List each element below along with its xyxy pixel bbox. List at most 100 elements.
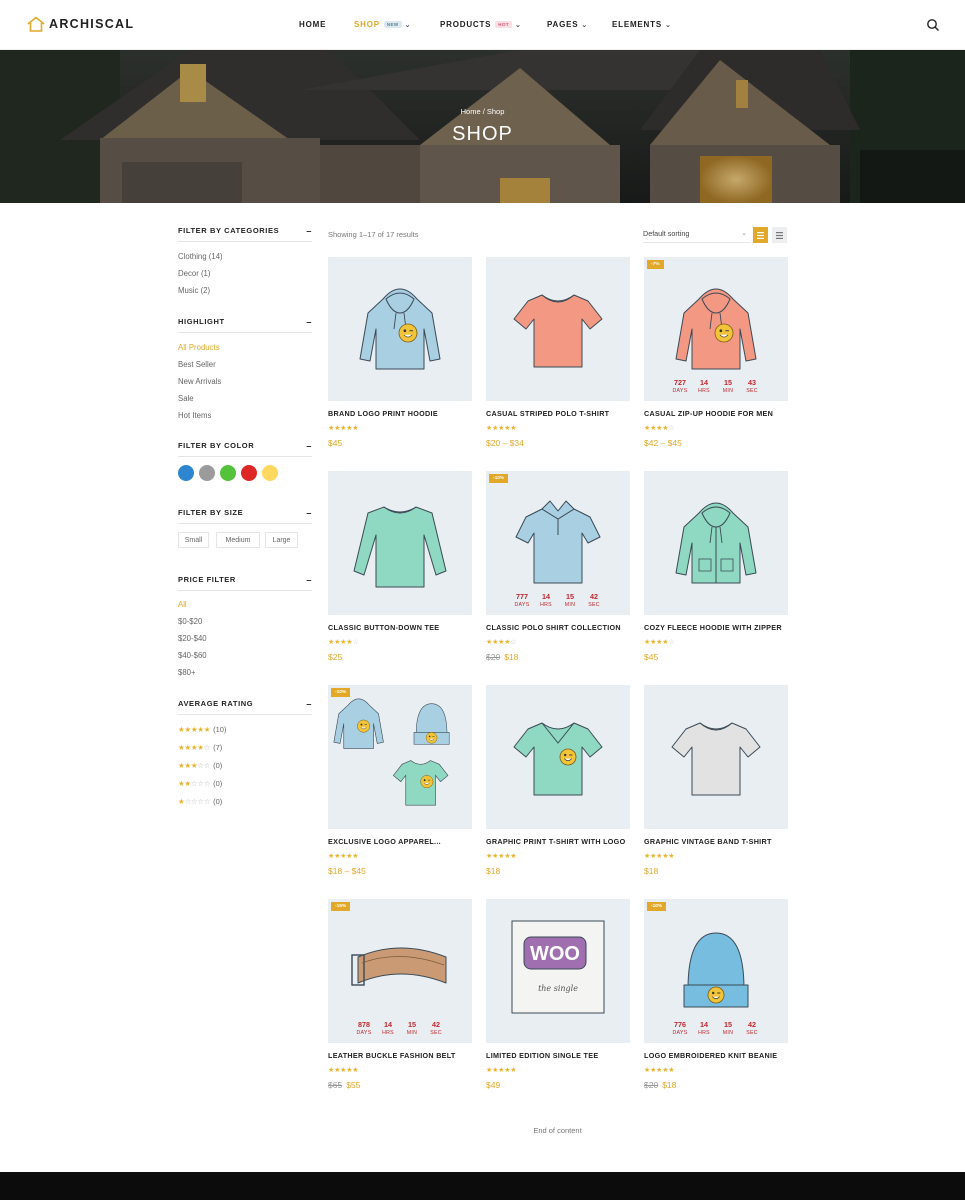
product-name[interactable]: CLASSIC BUTTON-DOWN TEE xyxy=(328,623,478,632)
countdown-value: 15 xyxy=(724,378,732,387)
rating-title: AVERAGE RATING – xyxy=(178,699,312,715)
price-link[interactable]: $40-$60 xyxy=(178,651,207,660)
product-card[interactable]: CASUAL STRIPED POLO T-SHIRT ★★★★★ $20 – $3… xyxy=(486,257,630,457)
product-rating: ★★★★☆ xyxy=(644,638,675,646)
product-card[interactable]: GRAPHIC PRINT T-SHIRT WITH LOGO ★★★★★ $18 xyxy=(486,685,630,885)
product-name[interactable]: BRAND LOGO PRINT HOODIE xyxy=(328,409,478,418)
product-name[interactable]: COZY FLEECE HOODIE WITH ZIPPER xyxy=(644,623,794,632)
page-title: SHOP xyxy=(452,123,513,145)
star-rating-icon: ★★★★★ xyxy=(178,725,211,734)
countdown-value: 14 xyxy=(700,1020,708,1029)
product-name[interactable]: EXCLUSIVE LOGO APPAREL... xyxy=(328,837,478,846)
product-card[interactable]: COZY FLEECE HOODIE WITH ZIPPER ★★★★☆ $45 xyxy=(644,471,788,671)
product-image[interactable]: -15% 878 DAYS 14 HRS 15 MIN 42 SEC xyxy=(328,899,472,1043)
countdown-value: 14 xyxy=(384,1020,392,1029)
product-name[interactable]: CASUAL ZIP-UP HOODIE FOR MEN xyxy=(644,409,794,418)
product-name[interactable]: LEATHER BUCKLE FASHION BELT xyxy=(328,1051,478,1060)
product-image[interactable] xyxy=(328,257,472,401)
list-view-button[interactable] xyxy=(772,227,787,243)
price-link[interactable]: $0-$20 xyxy=(178,617,202,626)
category-link[interactable]: Clothing (14) xyxy=(178,252,223,261)
hoodie-illustration xyxy=(359,288,441,370)
product-image[interactable]: -10% 776 DAYS 14 HRS 15 MIN 42 SEC xyxy=(644,899,788,1043)
breadcrumb[interactable]: Home / Shop xyxy=(0,107,965,116)
search-icon[interactable] xyxy=(926,18,940,32)
product-card[interactable]: CLASSIC BUTTON-DOWN TEE ★★★★☆ $25 xyxy=(328,471,472,671)
product-rating: ★★★★★ xyxy=(328,1066,359,1074)
product-name[interactable]: GRAPHIC VINTAGE BAND T-SHIRT xyxy=(644,837,794,846)
countdown-value: 15 xyxy=(408,1020,416,1029)
price-link[interactable]: $80+ xyxy=(178,668,196,677)
product-price: $42 – $45 xyxy=(644,438,682,448)
rating-filter-row[interactable]: ★★★ ☆☆ (0) xyxy=(178,761,222,770)
countdown-cell: 42 SEC xyxy=(584,592,604,609)
product-name[interactable]: GRAPHIC PRINT T-SHIRT WITH LOGO xyxy=(486,837,636,846)
highlight-link[interactable]: Sale xyxy=(178,394,194,403)
sorting-select[interactable]: Default sorting ⌄ xyxy=(643,227,750,243)
product-image[interactable]: -10% xyxy=(328,685,472,829)
size-button[interactable]: Small xyxy=(178,532,209,548)
collapse-icon[interactable]: – xyxy=(306,575,312,585)
rating-filter-row[interactable]: ★★★★★ (10) xyxy=(178,725,226,734)
color-swatch[interactable] xyxy=(220,465,236,481)
product-image[interactable] xyxy=(486,685,630,829)
rating-filter-row[interactable]: ★★ ☆☆☆ (0) xyxy=(178,779,222,788)
current-price: $18 – $45 xyxy=(328,866,366,876)
star-filled-icon: ★★★★★ xyxy=(486,1067,517,1074)
product-image[interactable] xyxy=(644,471,788,615)
product-name[interactable]: LIMITED EDITION SINGLE TEE xyxy=(486,1051,636,1060)
color-swatch[interactable] xyxy=(178,465,194,481)
product-image[interactable]: -10% 777 DAYS 14 HRS 15 MIN 42 SEC xyxy=(486,471,630,615)
collapse-icon[interactable]: – xyxy=(306,441,312,451)
product-image[interactable] xyxy=(486,257,630,401)
collapse-icon[interactable]: – xyxy=(306,317,312,327)
color-swatch[interactable] xyxy=(199,465,215,481)
highlight-link[interactable]: Hot Items xyxy=(178,411,211,420)
product-name[interactable]: CLASSIC POLO SHIRT COLLECTION xyxy=(486,623,636,632)
product-rating: ★★★★★ xyxy=(644,852,675,860)
collapse-icon[interactable]: – xyxy=(306,699,312,709)
countdown-value: 42 xyxy=(590,592,598,601)
product-card[interactable]: -7% 727 DAYS 14 HRS 15 MIN 43 SEC CASUAL ZIP-UP H… xyxy=(644,257,788,457)
size-button[interactable]: Large xyxy=(265,532,298,548)
product-card[interactable]: GRAPHIC VINTAGE BAND T-SHIRT ★★★★★ $18 xyxy=(644,685,788,885)
countdown-label: HRS xyxy=(698,1030,710,1036)
product-name[interactable]: LOGO EMBROIDERED KNIT BEANIE xyxy=(644,1051,794,1060)
product-card[interactable]: -10% 776 DAYS 14 HRS 15 MIN 42 SEC LOGO EMBROIDER… xyxy=(644,899,788,1099)
product-image[interactable]: -7% 727 DAYS 14 HRS 15 MIN 43 SEC xyxy=(644,257,788,401)
countdown-cell: 15 MIN xyxy=(402,1020,422,1037)
category-link[interactable]: Decor (1) xyxy=(178,269,211,278)
product-card[interactable]: -10% 777 DAYS 14 HRS 15 MIN 42 SEC CLASSIC POLO S… xyxy=(486,471,630,671)
product-card[interactable]: -10% EXCLUSIVE LOGO APPAREL... ★★★★★ $18 – … xyxy=(328,685,472,885)
grid-view-button[interactable] xyxy=(753,227,768,243)
collapse-icon[interactable]: – xyxy=(306,508,312,518)
collapse-icon[interactable]: – xyxy=(306,226,312,236)
highlight-link[interactable]: All Products xyxy=(178,343,220,352)
nav-item-shop[interactable]: SHOP NEW ⌄ xyxy=(354,20,411,29)
product-rating: ★★★★★ xyxy=(486,424,517,432)
current-price: $49 xyxy=(486,1080,501,1090)
nav-item-elements[interactable]: ELEMENTS ⌄ xyxy=(612,20,672,29)
product-card[interactable]: -15% 878 DAYS 14 HRS 15 MIN 42 SEC LEATHER BUCKLE… xyxy=(328,899,472,1099)
product-image[interactable] xyxy=(644,685,788,829)
product-card[interactable]: WOO the single LIMITED EDITION SINGLE TEE ★… xyxy=(486,899,630,1099)
nav-item-home[interactable]: HOME xyxy=(299,20,326,29)
product-image[interactable] xyxy=(328,471,472,615)
result-count: Showing 1–17 of 17 results xyxy=(328,230,419,239)
rating-filter-row[interactable]: ★★★★ ☆ (7) xyxy=(178,743,222,752)
product-name[interactable]: CASUAL STRIPED POLO T-SHIRT xyxy=(486,409,636,418)
price-link[interactable]: $20-$40 xyxy=(178,634,207,643)
highlight-link[interactable]: Best Seller xyxy=(178,360,216,369)
color-swatch[interactable] xyxy=(262,465,278,481)
category-link[interactable]: Music (2) xyxy=(178,286,210,295)
color-swatch[interactable] xyxy=(241,465,257,481)
product-image[interactable]: WOO the single xyxy=(486,899,630,1043)
price-link[interactable]: All xyxy=(178,600,187,609)
countdown-value: 43 xyxy=(748,378,756,387)
nav-item-products[interactable]: PRODUCTS HOT ⌄ xyxy=(440,20,522,29)
highlight-link[interactable]: New Arrivals xyxy=(178,377,221,386)
product-card[interactable]: BRAND LOGO PRINT HOODIE ★★★★★ $45 xyxy=(328,257,472,457)
nav-item-pages[interactable]: PAGES ⌄ xyxy=(547,20,588,29)
size-button[interactable]: Medium xyxy=(216,532,260,548)
rating-filter-row[interactable]: ★ ☆☆☆☆ (0) xyxy=(178,797,222,806)
